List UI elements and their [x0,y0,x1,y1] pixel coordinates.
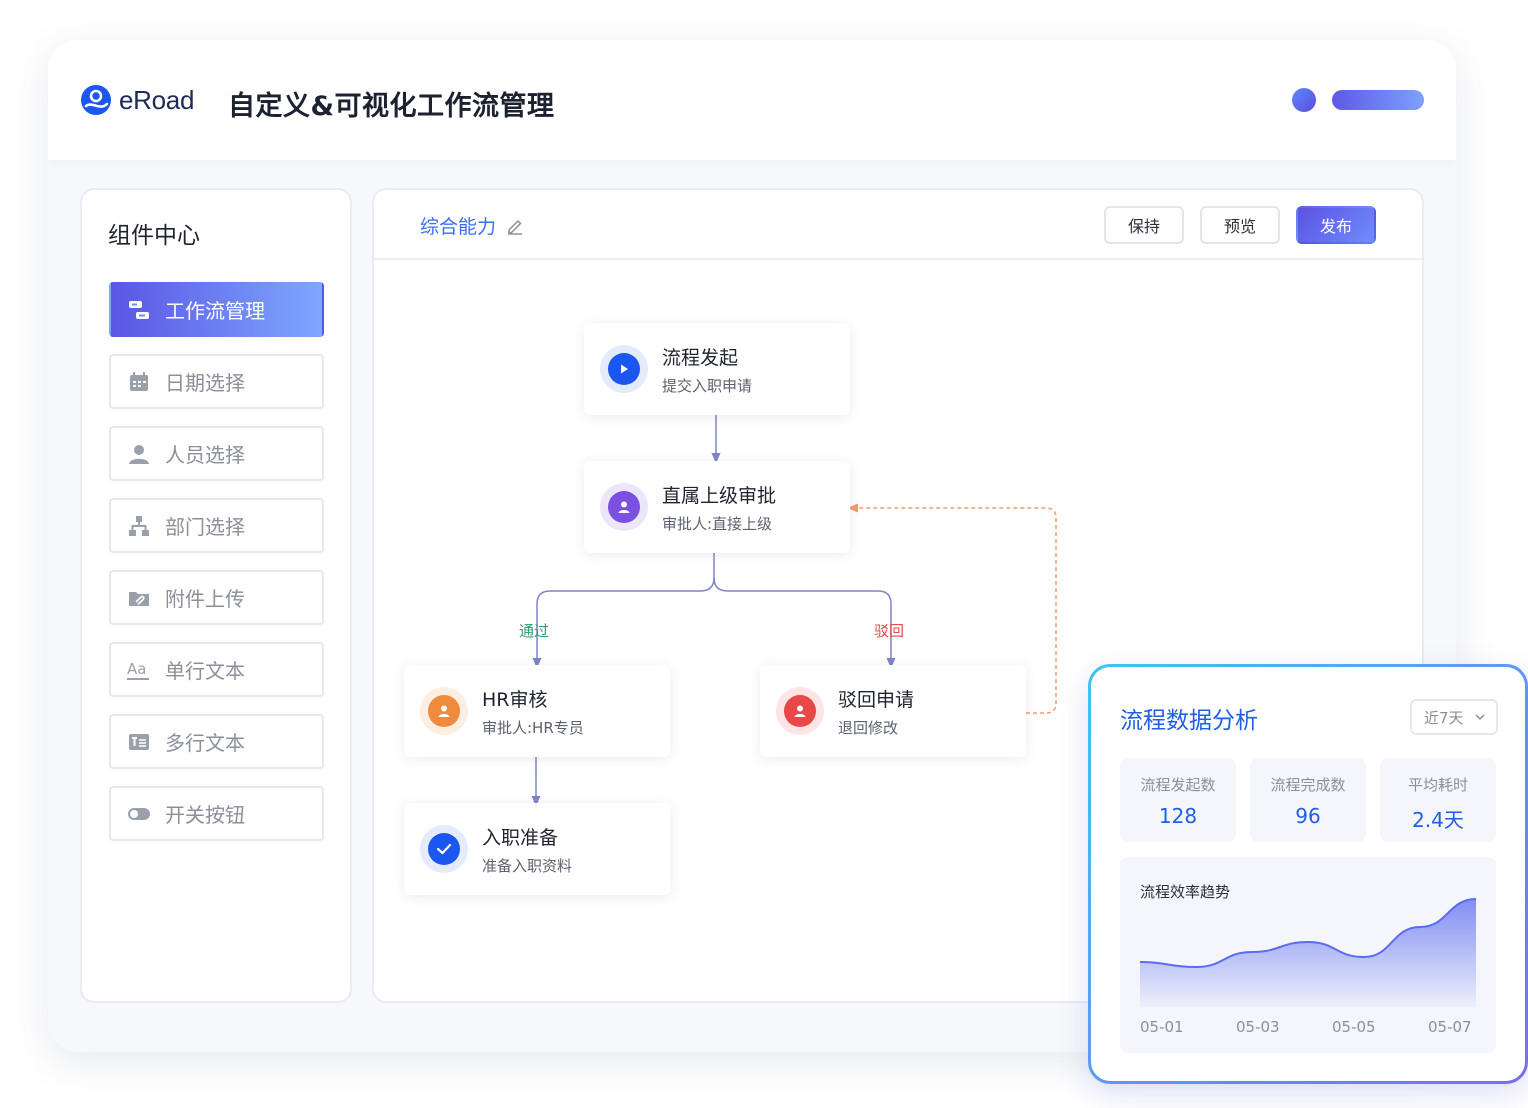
component-sidebar: 组件中心 工作流管理 日期选择 人员选择 部门选择 附件上传 Aa 单行文本 多… [80,188,352,1003]
date-range-value: 近7天 [1424,708,1464,727]
person-icon [428,695,460,727]
eroad-logo-icon [81,85,111,115]
flow-node-start[interactable]: 流程发起 提交入职申请 [584,323,850,415]
save-button[interactable]: 保持 [1104,206,1184,244]
breadcrumb[interactable]: 综合能力 [420,212,524,239]
trend-area [1140,899,1476,1007]
trend-chart: 流程效率趋势 05-01 05-03 05-05 05-07 [1120,857,1496,1053]
calendar-icon [127,370,151,394]
node-icon-ring [600,345,648,393]
node-title: HR审核 [482,689,548,711]
text-aa-icon: Aa [127,658,151,682]
top-header: eRoad 自定义&可视化工作流管理 [48,40,1456,160]
flow-node-onboarding[interactable]: 入职准备 准备入职资料 [404,803,670,895]
x-tick-label: 05-07 [1428,1018,1472,1036]
node-icon-ring [420,825,468,873]
person-icon [608,491,640,523]
trend-chart-plot: 05-01 05-03 05-05 05-07 [1139,898,1477,1036]
sidebar-item-attachment[interactable]: 附件上传 [109,570,324,625]
edit-pencil-icon[interactable] [506,217,524,235]
sidebar-item-label: 开关按钮 [165,803,245,827]
user-icon [127,442,151,466]
sidebar-item-person[interactable]: 人员选择 [109,426,324,481]
flow-node-manager-approval[interactable]: 直属上级审批 审批人:直接上级 [584,461,850,553]
node-icon-ring [600,483,648,531]
sidebar-title: 组件中心 [108,223,200,249]
sidebar-item-label: 日期选择 [165,371,245,395]
page-title: 自定义&可视化工作流管理 [228,91,555,122]
x-tick-label: 05-05 [1332,1018,1376,1036]
edge-label-pass: 通过 [519,622,550,640]
node-title: 直属上级审批 [662,485,777,507]
user-avatar[interactable] [1292,88,1316,112]
x-tick-label: 05-01 [1140,1018,1184,1036]
kpi-value: 128 [1158,804,1198,828]
kpi-label: 流程发起数 [1140,776,1216,794]
sidebar-item-department[interactable]: 部门选择 [109,498,324,553]
kpi-card-avg-time: 平均耗时 2.4天 [1380,758,1496,842]
check-icon [428,833,460,865]
analytics-title: 流程数据分析 [1120,708,1258,734]
sidebar-item-label: 人员选择 [165,443,245,467]
flow-node-hr-review[interactable]: HR审核 审批人:HR专员 [404,665,670,757]
node-icon-ring [776,687,824,735]
sidebar-item-toggle[interactable]: 开关按钮 [109,786,324,841]
node-title: 入职准备 [482,827,559,849]
canvas-toolbar: 综合能力 保持 预览 发布 [374,190,1422,260]
sidebar-item-label: 多行文本 [165,731,245,755]
analytics-card-body: 流程数据分析 近7天 流程发起数 128 流程完成数 96 平均耗时 2.4天 … [1091,667,1525,1081]
sidebar-item-workflow[interactable]: 工作流管理 [109,282,324,337]
person-icon [784,695,816,727]
kpi-value: 96 [1295,804,1321,828]
sidebar-item-label: 单行文本 [165,659,245,683]
toggle-icon [127,802,151,826]
breadcrumb-label: 综合能力 [420,216,497,238]
node-subtitle: 准备入职资料 [482,857,573,875]
sidebar-item-single-line-text[interactable]: Aa 单行文本 [109,642,324,697]
x-tick-label: 05-03 [1236,1018,1280,1036]
kpi-label: 流程完成数 [1270,776,1346,794]
sidebar-item-label: 附件上传 [165,587,245,611]
node-subtitle: 审批人:HR专员 [482,719,584,737]
kpi-card-completed: 流程完成数 96 [1250,758,1366,842]
workflow-icon [127,298,151,322]
sidebar-item-multi-line-text[interactable]: 多行文本 [109,714,324,769]
sidebar-item-label: 工作流管理 [165,299,265,323]
brand-name: eRoad [119,84,195,115]
sidebar-item-label: 部门选择 [165,515,245,539]
play-icon [608,353,640,385]
node-icon-ring [420,687,468,735]
edge-label-reject: 驳回 [874,622,905,640]
kpi-label: 平均耗时 [1407,776,1468,794]
svg-text:Aa: Aa [127,660,146,678]
node-title: 驳回申请 [838,689,915,711]
org-chart-icon [127,514,151,538]
sidebar-item-date[interactable]: 日期选择 [109,354,324,409]
node-title: 流程发起 [662,347,739,369]
chevron-down-icon [1475,714,1485,721]
kpi-value: 2.4天 [1412,808,1464,832]
flow-node-reject[interactable]: 驳回申请 退回修改 [760,665,1026,757]
preview-button[interactable]: 预览 [1200,206,1280,244]
analytics-card: 流程数据分析 近7天 流程发起数 128 流程完成数 96 平均耗时 2.4天 … [1088,664,1528,1084]
node-subtitle: 审批人:直接上级 [662,515,773,533]
user-menu-pill[interactable] [1332,90,1424,110]
date-range-select[interactable]: 近7天 [1410,699,1498,735]
multiline-text-icon [127,730,151,754]
publish-button[interactable]: 发布 [1296,206,1376,244]
node-subtitle: 退回修改 [838,719,899,737]
kpi-card-started: 流程发起数 128 [1120,758,1236,842]
node-subtitle: 提交入职申请 [662,377,753,395]
brand-logo[interactable]: eRoad [80,84,194,116]
attachment-folder-icon [127,586,151,610]
